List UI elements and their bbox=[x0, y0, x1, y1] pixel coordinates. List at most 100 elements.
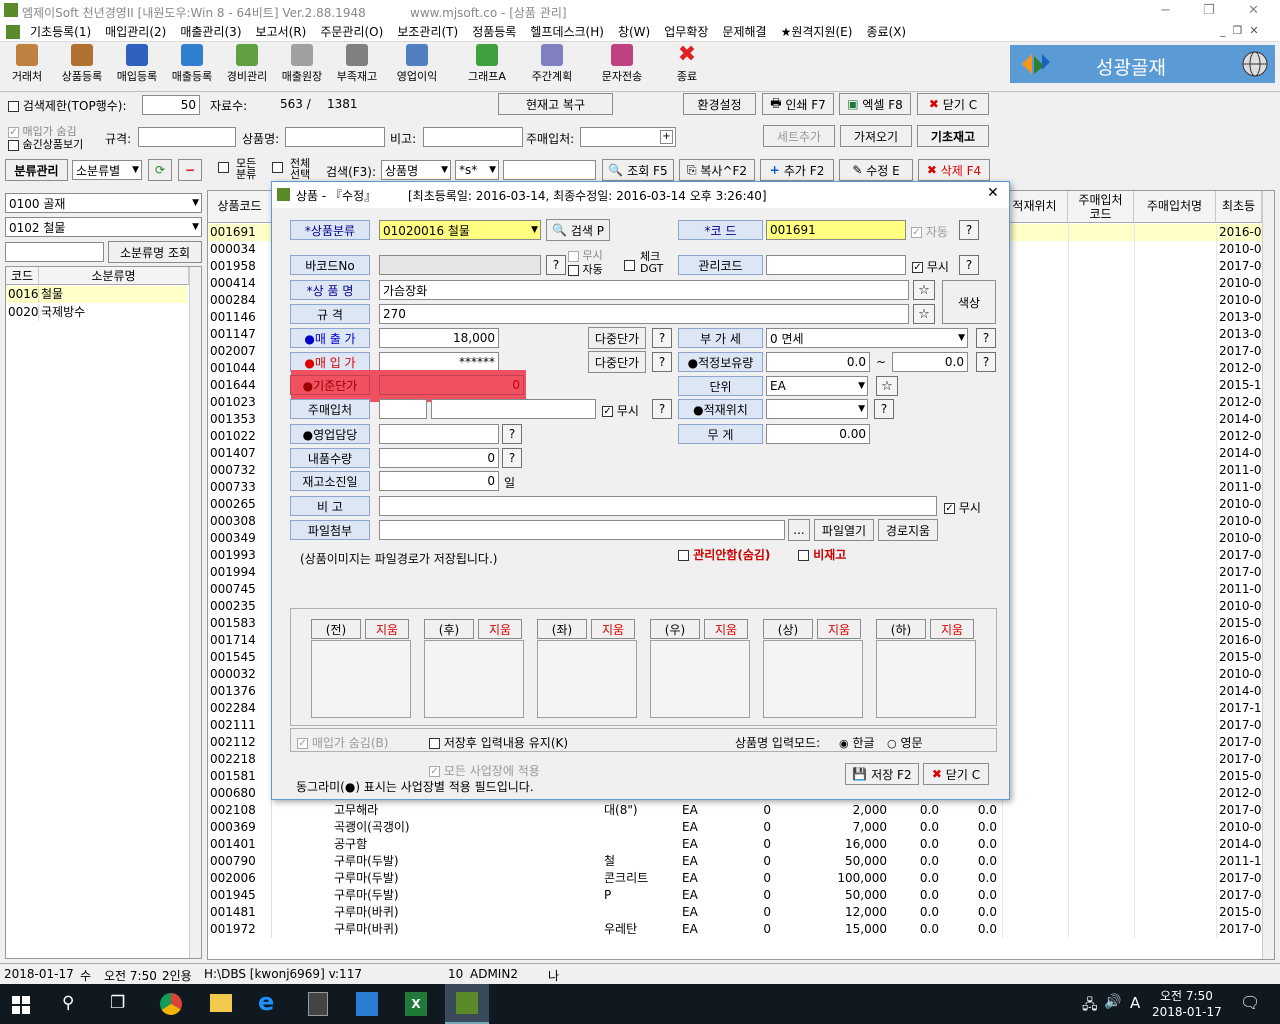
image-slot[interactable] bbox=[763, 640, 863, 718]
image-slot-delete-button[interactable]: 지움 bbox=[930, 619, 974, 639]
image-slot-label-button[interactable]: (하) bbox=[876, 619, 926, 639]
table-row[interactable]: 001972 구루마(바퀴) 우레탄 EA 0 15,000 0.0 0.0 2017-0 bbox=[208, 921, 1262, 938]
star-icon[interactable]: ☆ bbox=[913, 304, 935, 324]
multi-price-button[interactable]: 다중단가 bbox=[588, 327, 646, 349]
location-help-button[interactable]: ? bbox=[874, 399, 894, 419]
menu-item[interactable]: 보조관리(T) bbox=[397, 22, 458, 42]
file-path-input[interactable] bbox=[379, 520, 785, 540]
table-row[interactable]: 000369 곡괭이(곡갱이) EA 0 7,000 0.0 0.0 2010-0 bbox=[208, 819, 1262, 836]
class-select[interactable]: 소분류별 ▼ bbox=[72, 160, 142, 180]
all-sites-checkbox[interactable]: ✓ 모든 사업장에 적용 bbox=[429, 762, 540, 779]
menu-item[interactable]: 정품등록 bbox=[472, 22, 516, 42]
supplier-name-input[interactable] bbox=[431, 399, 596, 419]
menu-item[interactable]: 기초등록(1) bbox=[30, 22, 91, 42]
category-level1-select[interactable]: 0100 골재 ▼ bbox=[5, 193, 202, 213]
image-slot-label-button[interactable]: (상) bbox=[763, 619, 813, 639]
menu-item[interactable]: 매출관리(3) bbox=[180, 22, 241, 42]
category-search-button[interactable]: 🔍 검색 P bbox=[546, 219, 610, 241]
mgmt-code-help-button[interactable]: ? bbox=[959, 255, 979, 275]
menu-item[interactable]: 문제해결 bbox=[722, 22, 766, 42]
image-slot-delete-button[interactable]: 지움 bbox=[817, 619, 861, 639]
color-button[interactable]: 색상 bbox=[942, 280, 996, 324]
note-input[interactable] bbox=[379, 496, 937, 516]
excel-button[interactable]: ▣ 엑셀 F8 bbox=[839, 93, 911, 115]
table-row[interactable]: 001401 공구함 EA 0 16,000 0.0 0.0 2014-0 bbox=[208, 836, 1262, 853]
plus-icon[interactable]: + bbox=[660, 130, 673, 144]
purchase-price-input[interactable]: ****** bbox=[379, 352, 499, 372]
sale-help-button[interactable]: ? bbox=[652, 328, 672, 348]
class-management-button[interactable]: 분류관리 bbox=[5, 159, 68, 181]
image-slot-label-button[interactable]: (전) bbox=[311, 619, 361, 639]
code-help-button[interactable]: ? bbox=[959, 220, 979, 240]
mdi-controls[interactable]: _ ❐ ✕ bbox=[1220, 24, 1259, 37]
supplier-filter-input[interactable]: + bbox=[580, 127, 676, 147]
notification-icon[interactable]: 🗨 bbox=[1240, 993, 1260, 1012]
fetch-button[interactable]: 가져오기 bbox=[840, 125, 912, 147]
supplier-help-button[interactable]: ? bbox=[652, 399, 672, 419]
ime-indicator[interactable]: A bbox=[1130, 994, 1140, 1012]
restore-stock-button[interactable]: 현재고 복구 bbox=[498, 93, 613, 115]
sale-price-input[interactable]: 18,000 bbox=[379, 328, 499, 348]
add-button[interactable]: + 추가 F2 bbox=[760, 159, 834, 181]
category-level2-select[interactable]: 0102 철물 ▼ bbox=[5, 217, 202, 237]
english-radio[interactable]: ○ 영문 bbox=[887, 734, 923, 751]
image-slot-label-button[interactable]: (우) bbox=[650, 619, 700, 639]
minimize-button[interactable]: − bbox=[1160, 3, 1171, 18]
image-slot[interactable] bbox=[650, 640, 750, 718]
settings-button[interactable]: 환경설정 bbox=[683, 93, 756, 115]
menu-item[interactable]: 헬프데스크(H) bbox=[530, 22, 604, 42]
toolbar-sales-button[interactable]: 매출등록 bbox=[165, 44, 219, 84]
star-icon[interactable]: ☆ bbox=[913, 280, 935, 300]
check-dgt-checkbox[interactable] bbox=[624, 258, 635, 272]
table-row[interactable]: 002108 고무해라 대(8") EA 0 2,000 0.0 0.0 2017-0 bbox=[208, 802, 1262, 819]
set-add-button[interactable]: 세트추가 bbox=[763, 125, 835, 147]
auto-code-checkbox[interactable]: ✓ 자동 bbox=[911, 223, 948, 240]
name-filter-input[interactable] bbox=[285, 127, 385, 147]
vat-select[interactable]: 0 면세 ▼ bbox=[766, 328, 968, 348]
search-limit-checkbox[interactable]: 검색제한(TOP행수): bbox=[8, 97, 127, 114]
stock-help-button[interactable]: ? bbox=[976, 352, 996, 372]
maximize-button[interactable]: ❐ bbox=[1203, 3, 1215, 18]
volume-icon[interactable]: 🔊 bbox=[1104, 994, 1121, 1010]
minus-icon[interactable]: − bbox=[178, 159, 202, 181]
close-list-button[interactable]: ✖ 닫기 C bbox=[917, 93, 989, 115]
barcode-auto-checkbox[interactable]: 자동 bbox=[568, 264, 603, 276]
toolbar-graph-button[interactable]: 그래프A bbox=[460, 44, 514, 84]
sales-rep-input[interactable] bbox=[379, 424, 499, 444]
taskbar-active-app[interactable] bbox=[445, 984, 489, 1024]
toolbar-exit-button[interactable]: ✖ 종료 bbox=[660, 44, 714, 84]
spec-filter-input[interactable] bbox=[138, 127, 236, 147]
close-icon[interactable]: ✕ bbox=[987, 185, 999, 201]
stock-min-input[interactable]: 0.0 bbox=[766, 352, 870, 372]
task-view-icon[interactable]: ❐ bbox=[110, 993, 125, 1013]
menu-item[interactable]: 종료(X) bbox=[866, 22, 906, 42]
menu-item[interactable]: 업무확장 bbox=[664, 22, 708, 42]
star-icon[interactable]: ☆ bbox=[876, 376, 898, 396]
table-row[interactable]: 000790 구루마(두발) 철 EA 0 50,000 0.0 0.0 2011-1 bbox=[208, 853, 1262, 870]
subclass-search-input[interactable] bbox=[5, 242, 104, 262]
network-icon[interactable]: 🖧 bbox=[1082, 994, 1098, 1018]
refresh-icon[interactable]: ⟳ bbox=[148, 159, 172, 181]
delivery-qty-help-button[interactable]: ? bbox=[502, 448, 522, 468]
browse-button[interactable]: ... bbox=[788, 519, 810, 541]
barcode-help-button[interactable]: ? bbox=[546, 255, 566, 275]
image-slot-delete-button[interactable]: 지움 bbox=[704, 619, 748, 639]
table-row[interactable]: 0020 국제방수 bbox=[6, 304, 187, 321]
table-row[interactable]: 001481 구루마(바퀴) EA 0 12,000 0.0 0.0 2015-0 bbox=[208, 904, 1262, 921]
toolbar-ledger-button[interactable]: 매출원장 bbox=[275, 44, 329, 84]
code-input[interactable]: 001691 bbox=[766, 220, 906, 240]
search-operator-select[interactable]: *s* ▼ bbox=[455, 160, 499, 180]
product-name-input[interactable]: 가슴장화 bbox=[379, 280, 909, 300]
image-slot-label-button[interactable]: (후) bbox=[424, 619, 474, 639]
edit-button[interactable]: ✎ 수정 E bbox=[839, 159, 913, 181]
windows-start-icon[interactable] bbox=[12, 996, 30, 1014]
supplier-code-input[interactable] bbox=[379, 399, 427, 419]
hidden-products-checkbox[interactable]: 숨긴상품보기 bbox=[8, 136, 83, 152]
unit-select[interactable]: EA ▼ bbox=[766, 376, 868, 396]
purchase-help-button[interactable]: ? bbox=[652, 352, 672, 372]
toolbar-message-button[interactable]: 문자전송 bbox=[595, 44, 649, 84]
close-window-button[interactable]: ✕ bbox=[1248, 3, 1259, 18]
hide-mgmt-checkbox[interactable]: 관리안함(숨김) bbox=[678, 546, 770, 563]
all-class-checkbox[interactable] bbox=[218, 158, 229, 173]
chrome-icon[interactable] bbox=[160, 993, 182, 1015]
